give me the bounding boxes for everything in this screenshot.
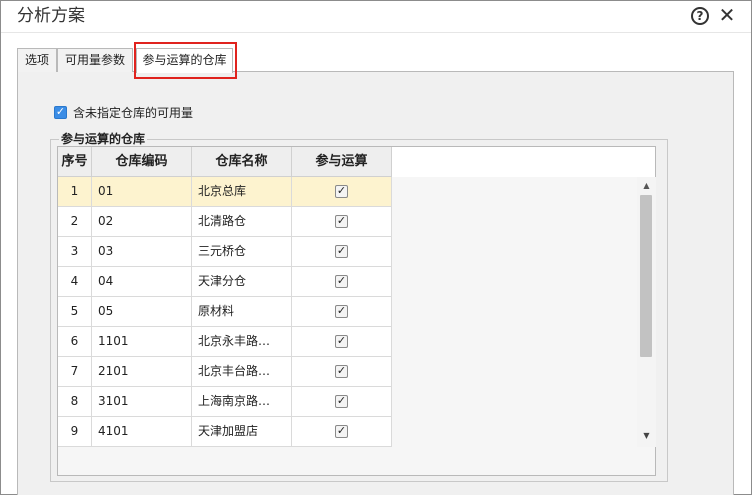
checkmark-icon: ✓ [336, 364, 347, 377]
checkmark-icon: ✓ [336, 274, 347, 287]
warehouse-name-cell[interactable]: 原材料 [192, 297, 292, 327]
checkmark-icon: ✓ [55, 105, 66, 118]
title-bar: 分析方案 ? ✕ [1, 1, 751, 33]
join-calculation-cell[interactable]: ✓ [292, 357, 392, 387]
row-number-cell[interactable]: 5 [58, 297, 92, 327]
tab-warehouses[interactable]: 参与运算的仓库 [136, 48, 233, 73]
row-number-cell[interactable]: 8 [58, 387, 92, 417]
join-calculation-checkbox[interactable]: ✓ [335, 364, 348, 378]
question-circle-icon[interactable]: ? [691, 7, 709, 25]
tab-availability-params[interactable]: 可用量参数 [57, 48, 133, 72]
checkmark-icon: ✓ [336, 424, 347, 437]
table-row[interactable]: 8 3101 上海南京路… ✓ [58, 387, 392, 417]
row-number-cell[interactable]: 1 [58, 177, 92, 207]
warehouse-code-cell[interactable]: 02 [92, 207, 192, 237]
table-row[interactable]: 4 04 天津分仓 ✓ [58, 267, 392, 297]
join-calculation-checkbox[interactable]: ✓ [335, 244, 348, 258]
join-calculation-checkbox[interactable]: ✓ [335, 334, 348, 348]
join-calculation-cell[interactable]: ✓ [292, 267, 392, 297]
join-calculation-cell[interactable]: ✓ [292, 207, 392, 237]
join-calculation-cell[interactable]: ✓ [292, 237, 392, 267]
column-header-code[interactable]: 仓库编码 [92, 147, 192, 177]
warehouse-code-cell[interactable]: 1101 [92, 327, 192, 357]
table-row[interactable]: 3 03 三元桥仓 ✓ [58, 237, 392, 267]
dialog-title: 分析方案 [17, 6, 85, 26]
checkmark-icon: ✓ [336, 214, 347, 227]
join-calculation-cell[interactable]: ✓ [292, 387, 392, 417]
column-header-no[interactable]: 序号 [58, 147, 92, 177]
row-number-cell[interactable]: 2 [58, 207, 92, 237]
table-row[interactable]: 5 05 原材料 ✓ [58, 297, 392, 327]
row-number-cell[interactable]: 6 [58, 327, 92, 357]
table-row[interactable]: 6 1101 北京永丰路… ✓ [58, 327, 392, 357]
warehouse-group-title: 参与运算的仓库 [59, 131, 148, 147]
join-calculation-checkbox[interactable]: ✓ [335, 274, 348, 288]
join-calculation-cell[interactable]: ✓ [292, 297, 392, 327]
warehouse-code-cell[interactable]: 3101 [92, 387, 192, 417]
warehouse-code-cell[interactable]: 4101 [92, 417, 192, 447]
column-header-name[interactable]: 仓库名称 [192, 147, 292, 177]
join-calculation-cell[interactable]: ✓ [292, 327, 392, 357]
include-unassigned-checkbox[interactable]: ✓ [54, 105, 67, 119]
checkmark-icon: ✓ [336, 184, 347, 197]
warehouse-name-cell[interactable]: 北京丰台路… [192, 357, 292, 387]
warehouse-name-cell[interactable]: 上海南京路… [192, 387, 292, 417]
warehouse-name-cell[interactable]: 天津分仓 [192, 267, 292, 297]
row-number-cell[interactable]: 9 [58, 417, 92, 447]
warehouse-code-cell[interactable]: 2101 [92, 357, 192, 387]
warehouse-name-cell[interactable]: 北京永丰路… [192, 327, 292, 357]
join-calculation-cell[interactable]: ✓ [292, 417, 392, 447]
warehouse-name-cell[interactable]: 北京总库 [192, 177, 292, 207]
table-row[interactable]: 7 2101 北京丰台路… ✓ [58, 357, 392, 387]
row-number-cell[interactable]: 4 [58, 267, 92, 297]
join-calculation-checkbox[interactable]: ✓ [335, 394, 348, 408]
join-calculation-cell[interactable]: ✓ [292, 177, 392, 207]
warehouse-code-cell[interactable]: 04 [92, 267, 192, 297]
scroll-thumb[interactable] [640, 195, 652, 357]
join-calculation-checkbox[interactable]: ✓ [335, 214, 348, 228]
header-empty-area [392, 147, 655, 177]
table-row[interactable]: 9 4101 天津加盟店 ✓ [58, 417, 392, 447]
join-calculation-checkbox[interactable]: ✓ [335, 184, 348, 198]
include-unassigned-label: 含未指定仓库的可用量 [73, 106, 194, 120]
warehouse-code-cell[interactable]: 05 [92, 297, 192, 327]
checkmark-icon: ✓ [336, 244, 347, 257]
close-icon[interactable]: ✕ [717, 4, 737, 26]
join-calculation-checkbox[interactable]: ✓ [335, 424, 348, 438]
scroll-up-arrow-icon[interactable]: ▲ [641, 181, 652, 191]
warehouse-name-cell[interactable]: 三元桥仓 [192, 237, 292, 267]
warehouse-code-cell[interactable]: 03 [92, 237, 192, 267]
row-number-cell[interactable]: 7 [58, 357, 92, 387]
row-number-cell[interactable]: 3 [58, 237, 92, 267]
join-calculation-checkbox[interactable]: ✓ [335, 304, 348, 318]
checkmark-icon: ✓ [336, 334, 347, 347]
table-row[interactable]: 2 02 北清路仓 ✓ [58, 207, 392, 237]
vertical-scrollbar[interactable]: ▲ ▼ [637, 177, 656, 447]
checkmark-icon: ✓ [336, 394, 347, 407]
warehouse-code-cell[interactable]: 01 [92, 177, 192, 207]
table-row[interactable]: 1 01 北京总库 ✓ [58, 177, 392, 207]
checkmark-icon: ✓ [336, 304, 347, 317]
column-header-join[interactable]: 参与运算 [292, 147, 392, 177]
tab-options[interactable]: 选项 [17, 48, 57, 72]
warehouse-name-cell[interactable]: 北清路仓 [192, 207, 292, 237]
scroll-down-arrow-icon[interactable]: ▼ [641, 431, 652, 441]
warehouse-name-cell[interactable]: 天津加盟店 [192, 417, 292, 447]
